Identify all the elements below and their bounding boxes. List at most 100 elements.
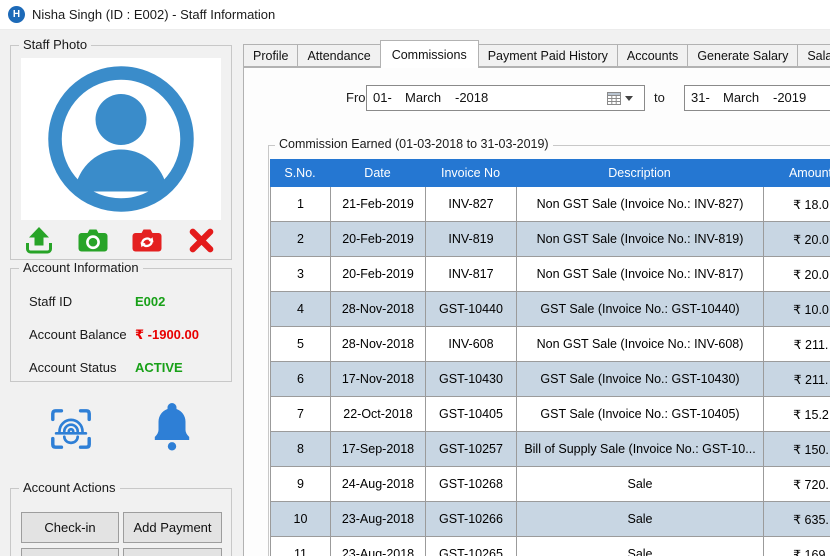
- table-row[interactable]: 722-Oct-2018GST-10405GST Sale (Invoice N…: [271, 397, 830, 432]
- table-body: 121-Feb-2019INV-827Non GST Sale (Invoice…: [270, 187, 830, 556]
- commission-earned-group: Commission Earned (01-03-2018 to 31-03-2…: [268, 145, 830, 556]
- notification-bell-icon[interactable]: [151, 401, 193, 458]
- column-header-description[interactable]: Description: [516, 159, 763, 187]
- table-cell: GST-10257: [426, 432, 517, 466]
- table-cell: ₹ 10.0: [764, 292, 830, 326]
- table-cell: 23-Aug-2018: [331, 502, 426, 536]
- column-header-amount[interactable]: Amount: [763, 159, 830, 187]
- table-row[interactable]: 1023-Aug-2018GST-10266Sale₹ 635.: [271, 502, 830, 537]
- table-cell: INV-817: [426, 257, 517, 291]
- camera-capture-icon[interactable]: [77, 225, 109, 255]
- window-title: Nisha Singh (ID : E002) - Staff Informat…: [32, 7, 275, 22]
- table-header-row: S.No.DateInvoice NoDescriptionAmount: [270, 159, 830, 187]
- table-cell: Non GST Sale (Invoice No.: INV-819): [517, 222, 764, 256]
- table-cell: Sale: [517, 537, 764, 556]
- calendar-dropdown-icon[interactable]: [599, 87, 641, 109]
- table-cell: 20-Feb-2019: [331, 222, 426, 256]
- table-cell: GST-10266: [426, 502, 517, 536]
- title-bar: H Nisha Singh (ID : E002) - Staff Inform…: [0, 0, 830, 30]
- staff-photo: [21, 58, 221, 220]
- tab-control: ProfileAttendanceCommissionsPayment Paid…: [243, 43, 830, 556]
- table-cell: ₹ 720.: [764, 467, 830, 501]
- table-cell: GST Sale (Invoice No.: GST-10405): [517, 397, 764, 431]
- info-value: ACTIVE: [135, 360, 183, 375]
- account-info-row: Staff IDE002: [29, 285, 225, 318]
- h-logo-icon: H: [8, 6, 25, 23]
- table-row[interactable]: 220-Feb-2019INV-819Non GST Sale (Invoice…: [271, 222, 830, 257]
- table-cell: GST-10405: [426, 397, 517, 431]
- commission-earned-group-label: Commission Earned (01-03-2018 to 31-03-2…: [275, 137, 553, 151]
- table-cell: 7: [271, 397, 331, 431]
- table-cell: Non GST Sale (Invoice No.: INV-608): [517, 327, 764, 361]
- partial-button[interactable]: [21, 548, 119, 556]
- table-cell: GST-10268: [426, 467, 517, 501]
- table-cell: ₹ 20.0: [764, 222, 830, 256]
- add-payment-button[interactable]: Add Payment: [123, 512, 222, 543]
- column-header-s-no[interactable]: S.No.: [270, 159, 330, 187]
- staff-photo-group-label: Staff Photo: [19, 37, 91, 52]
- account-info-rows: Staff IDE002 Account Balance₹ -1900.00 Acc…: [29, 285, 225, 384]
- table-cell: 6: [271, 362, 331, 396]
- column-header-invoice-no[interactable]: Invoice No: [425, 159, 516, 187]
- upload-photo-icon[interactable]: [23, 225, 55, 255]
- account-information-group-label: Account Information: [19, 260, 143, 275]
- info-label: Account Status: [29, 360, 135, 375]
- table-cell: Sale: [517, 467, 764, 501]
- table-row[interactable]: 617-Nov-2018GST-10430GST Sale (Invoice N…: [271, 362, 830, 397]
- camera-retake-icon[interactable]: [131, 225, 163, 255]
- table-row[interactable]: 121-Feb-2019INV-827Non GST Sale (Invoice…: [271, 187, 830, 222]
- table-cell: GST Sale (Invoice No.: GST-10440): [517, 292, 764, 326]
- to-label: to: [654, 90, 665, 105]
- account-action-buttons: Check-inAdd Payment: [21, 512, 222, 556]
- column-header-date[interactable]: Date: [330, 159, 425, 187]
- info-value: E002: [135, 294, 165, 309]
- table-cell: 23-Aug-2018: [331, 537, 426, 556]
- fingerprint-scan-icon[interactable]: [48, 406, 94, 457]
- info-label: Account Balance: [29, 327, 135, 342]
- tab-accounts[interactable]: Accounts: [617, 44, 688, 67]
- tab-profile[interactable]: Profile: [243, 44, 298, 67]
- from-date-picker[interactable]: 01- March -2018: [366, 85, 645, 111]
- to-date-picker[interactable]: 31- March -2019: [684, 85, 830, 111]
- check-in-button[interactable]: Check-in: [21, 512, 119, 543]
- table-row[interactable]: 428-Nov-2018GST-10440GST Sale (Invoice N…: [271, 292, 830, 327]
- table-row[interactable]: 320-Feb-2019INV-817Non GST Sale (Invoice…: [271, 257, 830, 292]
- delete-photo-icon[interactable]: [185, 225, 217, 255]
- table-cell: ₹ 15.2: [764, 397, 830, 431]
- table-cell: 28-Nov-2018: [331, 327, 426, 361]
- table-cell: 22-Oct-2018: [331, 397, 426, 431]
- tab-generate-salary[interactable]: Generate Salary: [687, 44, 798, 67]
- table-row[interactable]: 817-Sep-2018GST-10257Bill of Supply Sale…: [271, 432, 830, 467]
- table-cell: Non GST Sale (Invoice No.: INV-817): [517, 257, 764, 291]
- partial-button[interactable]: [123, 548, 222, 556]
- table-cell: ₹ 150.: [764, 432, 830, 466]
- table-cell: INV-819: [426, 222, 517, 256]
- table-cell: ₹ 211.: [764, 327, 830, 361]
- table-cell: 4: [271, 292, 331, 326]
- table-cell: 24-Aug-2018: [331, 467, 426, 501]
- photo-action-bar: [23, 223, 217, 257]
- table-row[interactable]: 1123-Aug-2018GST-10265Sale₹ 169.: [271, 537, 830, 556]
- table-cell: INV-827: [426, 187, 517, 221]
- table-cell: GST-10265: [426, 537, 517, 556]
- tab-commissions[interactable]: Commissions: [380, 40, 479, 68]
- table-cell: 28-Nov-2018: [331, 292, 426, 326]
- table-cell: ₹ 211.: [764, 362, 830, 396]
- tab-payment-paid-history[interactable]: Payment Paid History: [478, 44, 618, 67]
- tab-salary-history[interactable]: Salary History: [797, 44, 830, 67]
- table-cell: GST-10430: [426, 362, 517, 396]
- table-cell: 1: [271, 187, 331, 221]
- table-cell: ₹ 18.0: [764, 187, 830, 221]
- to-day: 31-: [691, 86, 710, 110]
- account-info-row: Account StatusACTIVE: [29, 351, 225, 384]
- table-cell: 3: [271, 257, 331, 291]
- table-row[interactable]: 528-Nov-2018INV-608Non GST Sale (Invoice…: [271, 327, 830, 362]
- table-cell: 11: [271, 537, 331, 556]
- table-cell: 17-Nov-2018: [331, 362, 426, 396]
- table-cell: 20-Feb-2019: [331, 257, 426, 291]
- tab-attendance[interactable]: Attendance: [297, 44, 380, 67]
- to-year: -2019: [773, 86, 806, 110]
- info-value: ₹ -1900.00: [135, 327, 199, 343]
- table-row[interactable]: 924-Aug-2018GST-10268Sale₹ 720.: [271, 467, 830, 502]
- account-actions-group-label: Account Actions: [19, 480, 120, 495]
